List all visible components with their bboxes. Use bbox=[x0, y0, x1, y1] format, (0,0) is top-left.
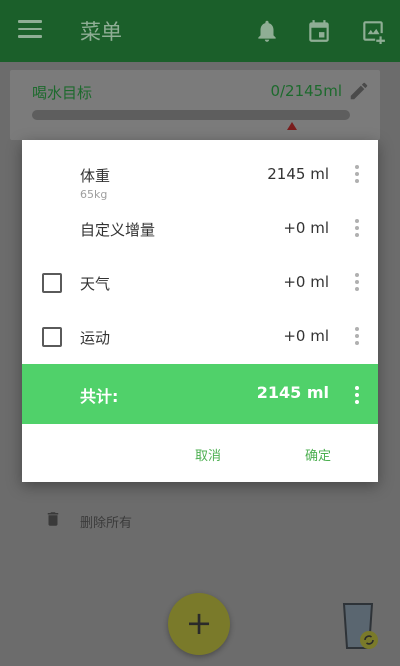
plus-icon: + bbox=[185, 604, 213, 642]
exercise-checkbox[interactable] bbox=[42, 327, 62, 347]
goal-marker bbox=[287, 122, 297, 130]
trash-icon bbox=[47, 512, 59, 526]
add-drink-button[interactable]: + bbox=[168, 593, 230, 655]
delete-all-label: 删除所有 bbox=[80, 516, 133, 531]
edit-icon[interactable] bbox=[348, 80, 370, 102]
menu-icon[interactable] bbox=[18, 20, 42, 40]
ok-button[interactable]: 确定 bbox=[305, 445, 331, 464]
more-vert-icon[interactable] bbox=[354, 219, 360, 237]
weather-checkbox[interactable] bbox=[42, 273, 62, 293]
calendar-icon[interactable] bbox=[306, 18, 332, 44]
app-bar: 菜单 bbox=[0, 0, 400, 62]
page-title: 菜单 bbox=[80, 20, 122, 44]
dialog-actions: 取消 确定 bbox=[22, 440, 378, 470]
more-vert-icon[interactable] bbox=[354, 386, 360, 404]
glass-icon[interactable] bbox=[338, 600, 378, 656]
bell-icon[interactable] bbox=[254, 18, 280, 44]
cancel-button[interactable]: 取消 bbox=[195, 445, 221, 464]
goal-progress-bar bbox=[32, 110, 350, 120]
row-label: 天气 bbox=[80, 275, 111, 293]
row-exercise[interactable]: 运动 +0 ml bbox=[22, 310, 378, 364]
row-amount: 2145 ml bbox=[267, 165, 329, 183]
total-label: 共计: bbox=[80, 387, 119, 406]
image-add-icon[interactable] bbox=[360, 18, 386, 44]
total-amount: 2145 ml bbox=[256, 383, 329, 402]
goal-label: 喝水目标 bbox=[32, 84, 93, 102]
intake-dialog: 体重 65kg 2145 ml 自定义增量 +0 ml 天气 +0 ml 运动 … bbox=[22, 140, 378, 482]
more-vert-icon[interactable] bbox=[354, 273, 360, 291]
total-row: 共计: 2145 ml bbox=[22, 364, 378, 424]
row-custom-increment[interactable]: 自定义增量 +0 ml bbox=[22, 202, 378, 256]
row-weather[interactable]: 天气 +0 ml bbox=[22, 256, 378, 310]
row-amount: +0 ml bbox=[283, 327, 329, 345]
goal-value: 0/2145ml bbox=[270, 82, 342, 100]
row-weight[interactable]: 体重 65kg 2145 ml bbox=[22, 148, 378, 202]
row-amount: +0 ml bbox=[283, 273, 329, 291]
more-vert-icon[interactable] bbox=[354, 327, 360, 345]
row-sublabel: 65kg bbox=[80, 188, 108, 201]
row-amount: +0 ml bbox=[283, 219, 329, 237]
row-label: 体重 bbox=[80, 167, 111, 185]
more-vert-icon[interactable] bbox=[354, 165, 360, 183]
row-label: 运动 bbox=[80, 329, 111, 347]
row-label: 自定义增量 bbox=[80, 221, 156, 239]
water-goal-card: 喝水目标 0/2145ml bbox=[10, 70, 380, 140]
